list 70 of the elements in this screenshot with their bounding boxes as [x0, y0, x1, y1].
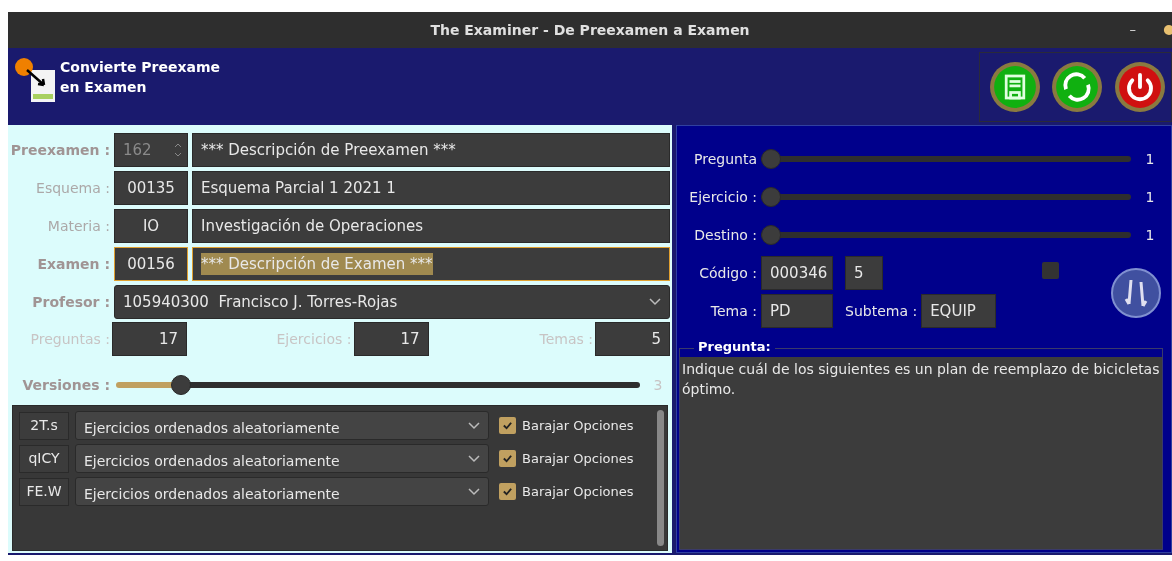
slider-value: 3 — [652, 375, 664, 395]
group-title: Pregunta: — [694, 339, 775, 355]
field-label: Esquema : — [35, 178, 110, 198]
description-field[interactable]: Esquema Parcial 1 2021 1 — [192, 171, 670, 205]
check-icon — [502, 486, 513, 497]
arrows-round-icon[interactable] — [1111, 268, 1162, 318]
minimize-button[interactable]: – — [1129, 20, 1136, 40]
slider[interactable] — [761, 187, 1131, 207]
chevron-down-icon — [468, 454, 480, 463]
checkbox[interactable] — [1042, 262, 1060, 279]
code-field[interactable]: 000346 — [761, 256, 833, 290]
slider-label: Ejercicio : — [688, 187, 757, 207]
slider-thumb[interactable] — [171, 375, 192, 395]
slider[interactable] — [761, 149, 1131, 169]
count-field[interactable]: 17 — [353, 322, 429, 356]
slider-thumb[interactable] — [761, 187, 781, 207]
check-icon — [502, 453, 513, 464]
chevron-down-icon — [468, 487, 480, 496]
version-code-field[interactable]: qICY — [19, 444, 69, 473]
slider-value: 1 — [1144, 149, 1156, 169]
window-title: The Examiner - De Preexamen a Examen — [430, 20, 750, 40]
slider-value: 1 — [1144, 225, 1156, 245]
field-label: Versiones : — [21, 375, 110, 395]
description-field[interactable]: Investigación de Operaciones — [192, 209, 670, 243]
slider[interactable] — [761, 225, 1131, 245]
slider-value: 1 — [1144, 187, 1156, 207]
slider-label: Pregunta — [693, 149, 757, 169]
field-label: Tema : — [709, 301, 757, 321]
version-code-field[interactable]: FE.W — [19, 477, 69, 506]
field-label: Materia : — [46, 216, 110, 236]
field-label: Preguntas : — [29, 329, 110, 349]
question-text: Indique cuál de los siguientes es un plan de reemplazo de bicicletas óptimo. — [680, 357, 1162, 549]
slider-thumb[interactable] — [761, 149, 781, 169]
field-label: Preexamen : — [10, 140, 110, 160]
power-button[interactable] — [1114, 62, 1165, 112]
count-field[interactable]: 5 — [595, 322, 670, 356]
field-label: Subtema : — [845, 301, 918, 321]
count-field[interactable]: 17 — [112, 322, 187, 356]
tema-field[interactable]: PD — [761, 294, 833, 328]
field-label: Código : — [698, 263, 757, 283]
header-title: Convierte Preexame en Examen — [60, 58, 220, 97]
checkbox-label: Barajar Opciones — [522, 482, 634, 501]
order-dropdown[interactable]: Ejercicios ordenados aleatoriamente — [75, 477, 489, 506]
slider-thumb[interactable] — [761, 225, 781, 245]
order-dropdown[interactable]: Ejercicios ordenados aleatoriamente — [75, 444, 489, 473]
shuffle-checkbox[interactable] — [499, 450, 516, 467]
scrollbar[interactable] — [657, 410, 664, 546]
field-label: Ejercicios : — [276, 329, 352, 349]
save-button[interactable] — [990, 62, 1041, 112]
number-field[interactable]: 5 — [845, 256, 883, 290]
slider-label: Destino : — [693, 225, 757, 245]
slider[interactable] — [116, 375, 640, 395]
checkbox-label: Barajar Opciones — [522, 449, 634, 468]
check-icon — [502, 420, 513, 431]
profesor-dropdown[interactable]: 105940300 Francisco J. Torres-Rojas — [114, 285, 670, 319]
shuffle-checkbox[interactable] — [499, 483, 516, 500]
order-dropdown[interactable]: Ejercicios ordenados aleatoriamente — [75, 411, 489, 440]
shuffle-checkbox[interactable] — [499, 417, 516, 434]
refresh-button[interactable] — [1052, 62, 1103, 112]
version-code-field[interactable]: 2T.s — [19, 411, 69, 440]
code-field[interactable]: 00156 — [114, 247, 188, 281]
code-field[interactable]: 00135 — [114, 171, 188, 205]
chevron-down-icon — [649, 298, 661, 306]
field-label: Examen : — [36, 254, 110, 274]
field-label: Temas : — [539, 329, 593, 349]
checkbox-label: Barajar Opciones — [522, 416, 634, 435]
subtema-field[interactable]: EQUIP — [921, 294, 997, 328]
code-field[interactable]: IO — [114, 209, 188, 243]
field-label: Profesor : — [31, 292, 110, 312]
chevron-down-icon — [468, 421, 480, 430]
